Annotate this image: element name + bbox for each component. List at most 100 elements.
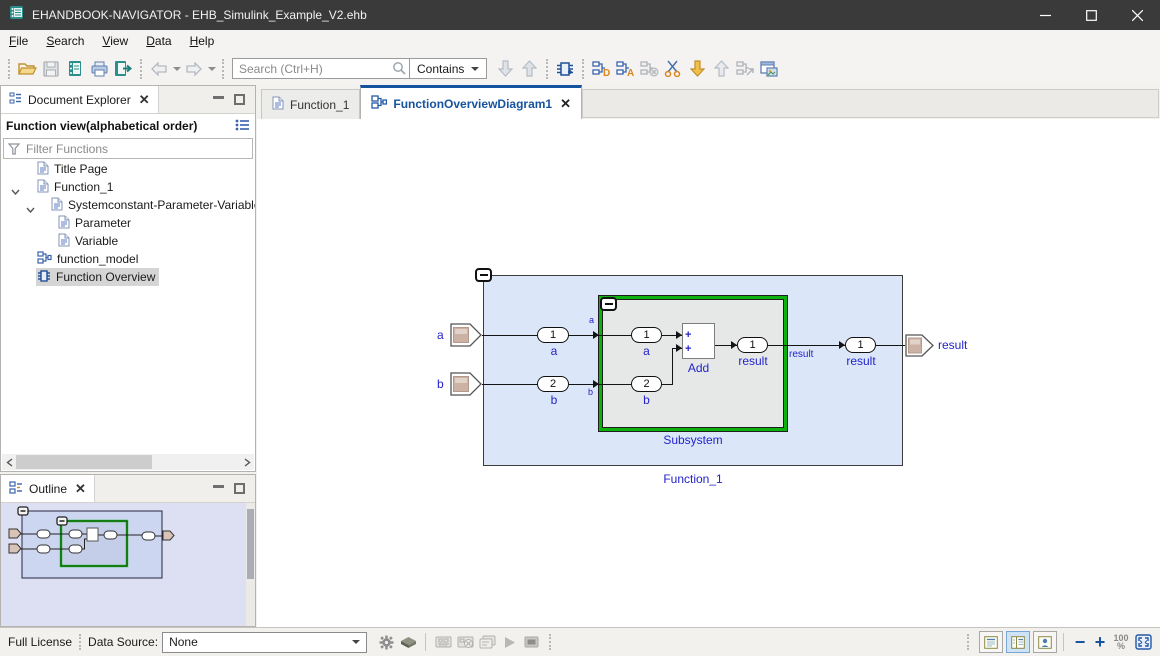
step-out-icon[interactable]: [709, 57, 733, 81]
measurement-view-icon[interactable]: [432, 631, 454, 653]
close-icon[interactable]: ✕: [560, 96, 571, 112]
export-handbook-icon[interactable]: [111, 57, 135, 81]
display-icon[interactable]: [520, 631, 542, 653]
layered-view-icon[interactable]: [476, 631, 498, 653]
tree-item-systemconstant[interactable]: Systemconstant-Parameter-Variable-(: [1, 196, 255, 214]
subsystem-inport-b[interactable]: 2: [631, 376, 662, 392]
open-in-window-icon[interactable]: [757, 57, 781, 81]
toolbar-separator: [546, 59, 548, 79]
zoom-in-icon[interactable]: +: [1090, 632, 1110, 653]
diagram-canvas[interactable]: Function_1 Subsystem: [257, 119, 1160, 627]
fit-to-screen-icon[interactable]: [1132, 631, 1154, 653]
function-block-label: Function_1: [663, 472, 723, 486]
tree-item-title-page[interactable]: Title Page: [1, 160, 255, 178]
save-icon[interactable]: [39, 57, 63, 81]
back-icon[interactable]: [147, 57, 171, 81]
document-icon: [58, 233, 70, 250]
view-split-icon[interactable]: [1006, 631, 1030, 653]
play-icon[interactable]: [498, 631, 520, 653]
open-handbook-icon[interactable]: [63, 57, 87, 81]
contains-dropdown[interactable]: Contains: [410, 58, 487, 79]
maximize-view-icon[interactable]: [234, 94, 245, 105]
step-into-icon[interactable]: [685, 57, 709, 81]
input-port-b[interactable]: [450, 372, 482, 396]
tab-function-overview-diagram[interactable]: FunctionOverviewDiagram1 ✕: [360, 85, 582, 119]
search-next-icon[interactable]: [493, 57, 517, 81]
forward-icon[interactable]: [182, 57, 206, 81]
open-file-icon[interactable]: [15, 57, 39, 81]
outline-panel: Outline ✕: [0, 474, 256, 627]
tab-document-explorer[interactable]: Document Explorer ✕: [1, 86, 159, 113]
maximize-button[interactable]: [1068, 0, 1114, 30]
collapse-subsystem-icon[interactable]: [600, 297, 617, 311]
measurement-remove-icon[interactable]: [454, 631, 476, 653]
inport-block-b[interactable]: 2: [537, 376, 569, 392]
tree-item-function-1[interactable]: Function_1: [1, 178, 255, 196]
forward-history-dropdown-icon[interactable]: [206, 57, 217, 81]
add-block[interactable]: + +: [682, 323, 715, 359]
menu-help[interactable]: Help: [181, 32, 224, 50]
license-status: Full License: [8, 635, 72, 649]
output-port-result[interactable]: [905, 334, 934, 357]
hide-elements-icon[interactable]: [637, 57, 661, 81]
cut-model-icon[interactable]: [661, 57, 685, 81]
filter-functions-input[interactable]: [3, 138, 253, 159]
tree-item-label: Function Overview: [56, 270, 155, 284]
outline-vertical-scrollbar[interactable]: [246, 503, 255, 626]
toolbar-grip: [8, 59, 10, 79]
data-source-dropdown[interactable]: None: [162, 632, 367, 653]
input-port-a[interactable]: [450, 323, 482, 347]
tree-item-parameter[interactable]: Parameter: [1, 214, 255, 232]
collapse-model-icon[interactable]: [733, 57, 757, 81]
search-previous-icon[interactable]: [517, 57, 541, 81]
scrollbar-thumb[interactable]: [247, 509, 254, 579]
search-input[interactable]: [232, 58, 410, 79]
minimize-view-icon[interactable]: [213, 95, 224, 99]
view-document-icon[interactable]: [979, 631, 1003, 653]
menu-view[interactable]: View: [93, 32, 137, 50]
outline-minimap[interactable]: [1, 503, 255, 626]
scrollbar-thumb[interactable]: [16, 455, 152, 469]
app-window: EHANDBOOK-NAVIGATOR - EHB_Simulink_Examp…: [0, 0, 1160, 656]
subsystem-outport-result[interactable]: 1: [737, 337, 768, 353]
scroll-right-icon[interactable]: [240, 454, 254, 470]
menu-data[interactable]: Data: [137, 32, 180, 50]
wire: [569, 384, 631, 385]
view-menu-icon[interactable]: [235, 119, 250, 134]
close-icon[interactable]: ✕: [75, 481, 86, 497]
menu-search[interactable]: Search: [37, 32, 93, 50]
menu-file[interactable]: File: [0, 32, 37, 50]
scroll-left-icon[interactable]: [2, 454, 16, 470]
arrowhead: [593, 380, 599, 388]
view-person-icon[interactable]: [1033, 631, 1057, 653]
filter-icon: [8, 142, 20, 160]
chevron-expanded-icon[interactable]: [11, 184, 20, 196]
outline-icon: [9, 481, 23, 497]
inport-a-name: a: [538, 344, 570, 358]
close-button[interactable]: [1114, 0, 1160, 30]
tree-item-function-model[interactable]: function_model: [1, 250, 255, 268]
function-overview-icon[interactable]: [553, 57, 577, 81]
back-history-dropdown-icon[interactable]: [171, 57, 182, 81]
tab-outline[interactable]: Outline ✕: [1, 475, 95, 502]
inport-block-a[interactable]: 1: [537, 327, 569, 343]
show-data-icon[interactable]: D: [589, 57, 613, 81]
chevron-expanded-icon[interactable]: [26, 202, 35, 214]
zoom-out-icon[interactable]: −: [1070, 632, 1090, 653]
document-icon: [37, 161, 49, 178]
tree-item-function-overview[interactable]: Function Overview: [1, 268, 255, 286]
collapse-function-icon[interactable]: [475, 268, 492, 282]
maximize-view-icon[interactable]: [234, 483, 245, 494]
close-icon[interactable]: ✕: [139, 92, 150, 108]
minimize-view-icon[interactable]: [213, 484, 224, 488]
show-annotations-icon[interactable]: A: [613, 57, 637, 81]
outport-block-result[interactable]: 1: [845, 337, 876, 353]
data-container-icon[interactable]: [397, 631, 419, 653]
settings-gear-icon[interactable]: [375, 631, 397, 653]
print-icon[interactable]: [87, 57, 111, 81]
subsystem-inport-a[interactable]: 1: [631, 327, 662, 343]
tab-function-1[interactable]: Function_1: [261, 89, 360, 119]
explorer-horizontal-scrollbar[interactable]: [2, 454, 254, 470]
minimize-button[interactable]: [1022, 0, 1068, 30]
tree-item-variable[interactable]: Variable: [1, 232, 255, 250]
